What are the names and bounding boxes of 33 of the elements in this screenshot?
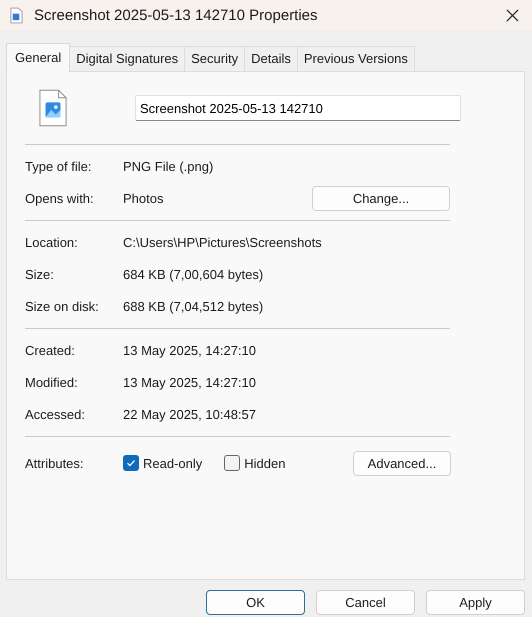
field-value: PNG File (.png) xyxy=(123,158,214,174)
close-icon[interactable] xyxy=(506,8,519,22)
field-label: Size: xyxy=(25,266,55,282)
field-value: 13 May 2025, 14:27:10 xyxy=(123,342,257,358)
file-name-field[interactable]: Screenshot 2025-05-13 142710 xyxy=(135,95,461,121)
field-value: 688 KB (7,04,512 bytes) xyxy=(123,298,264,314)
field-label: Type of file: xyxy=(25,158,92,174)
field-value: 684 KB (7,00,604 bytes) xyxy=(123,266,264,282)
checkbox[interactable] xyxy=(123,455,139,471)
field-label: Attributes: xyxy=(25,456,85,470)
tab[interactable]: Previous Versions xyxy=(296,46,415,71)
field-value: 13 May 2025, 14:27:10 xyxy=(123,374,257,390)
dialog-button[interactable]: Apply xyxy=(426,590,525,615)
checkbox-label: Read-only xyxy=(143,456,202,470)
field-label: Opens with: xyxy=(25,190,95,206)
field-value: C:\Users\HP\Pictures\Screenshots xyxy=(123,234,323,250)
field-label: Created: xyxy=(25,342,76,358)
change-button[interactable]: Change... xyxy=(312,186,450,210)
checkbox[interactable] xyxy=(224,455,240,471)
field-label: Modified: xyxy=(25,374,79,390)
checkbox-label: Hidden xyxy=(244,456,286,470)
dialog-button[interactable]: Cancel xyxy=(316,590,415,615)
dialog-button[interactable]: OK xyxy=(206,590,305,615)
tab[interactable]: General xyxy=(6,43,70,72)
field-value: Photos xyxy=(123,190,164,206)
field-label: Accessed: xyxy=(25,406,86,422)
image-file-icon xyxy=(39,89,67,127)
advanced-button[interactable]: Advanced... xyxy=(353,450,451,476)
image-file-icon xyxy=(10,6,23,24)
field-value: 22 May 2025, 10:48:57 xyxy=(123,406,257,422)
field-label: Size on disk: xyxy=(25,298,100,314)
window-title: Screenshot 2025-05-13 142710 Properties xyxy=(34,6,319,24)
field-label: Location: xyxy=(25,234,79,250)
